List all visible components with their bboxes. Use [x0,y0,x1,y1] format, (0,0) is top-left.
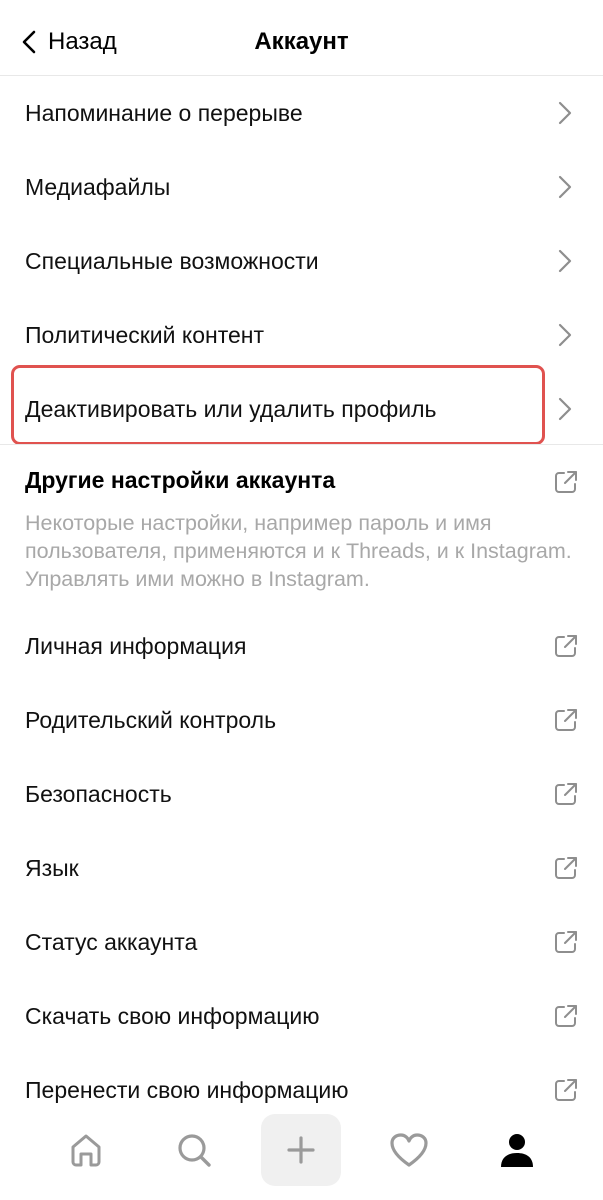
back-label: Назад [48,28,117,55]
menu-item-account-status[interactable]: Статус аккаунта [0,905,603,979]
tab-profile[interactable] [477,1114,557,1186]
external-link-icon [555,857,577,879]
menu-item-political-content[interactable]: Политический контент [0,298,603,372]
menu-item-deactivate-delete[interactable]: Деактивировать или удалить профиль [0,372,603,446]
menu-item-label: Язык [25,854,79,881]
other-settings-section: Другие настройки аккаунта Некоторые наст… [0,445,603,605]
external-link-icon [555,783,577,805]
menu-item-download-info[interactable]: Скачать свою информацию [0,979,603,1053]
chevron-right-icon [558,175,572,199]
settings-list: Напоминание о перерыве Медиафайлы Специа… [0,76,603,446]
external-link-icon[interactable] [553,469,579,495]
page-title: Аккаунт [254,28,349,55]
home-icon [71,1134,101,1167]
back-button[interactable]: Назад [22,22,117,62]
menu-item-security[interactable]: Безопасность [0,757,603,831]
menu-item-label: Личная информация [25,632,247,659]
menu-item-label: Скачать свою информацию [25,1002,320,1029]
external-link-icon [555,931,577,953]
menu-item-label: Медиафайлы [25,173,171,200]
section-description: Некоторые настройки, например пароль и и… [25,511,572,591]
menu-item-personal-info[interactable]: Личная информация [0,609,603,683]
menu-item-label: Деактивировать или удалить профиль [25,395,437,422]
header: Назад Аккаунт [0,0,603,76]
menu-item-label: Родительский контроль [25,706,277,733]
bottom-tab-bar [0,1110,603,1200]
external-link-icon [555,635,577,657]
plus-icon [287,1136,315,1164]
chevron-right-icon [558,249,572,273]
menu-item-label: Напоминание о перерыве [25,99,303,126]
menu-item-label: Перенести свою информацию [25,1076,349,1103]
menu-item-accessibility[interactable]: Специальные возможности [0,224,603,298]
chevron-left-icon [22,30,36,54]
external-link-icon [555,709,577,731]
menu-item-parental-control[interactable]: Родительский контроль [0,683,603,757]
tab-activity[interactable] [369,1114,449,1186]
heart-icon [390,1133,428,1167]
tab-home[interactable] [46,1114,126,1186]
menu-item-label: Безопасность [25,780,172,807]
chevron-right-icon [558,101,572,125]
external-settings-list: Личная информация Родительский контроль … [0,609,603,1127]
menu-item-break-reminder[interactable]: Напоминание о перерыве [0,76,603,150]
menu-item-language[interactable]: Язык [0,831,603,905]
external-link-icon [555,1079,577,1101]
tab-search[interactable] [154,1114,234,1186]
profile-icon [501,1134,533,1167]
menu-item-media[interactable]: Медиафайлы [0,150,603,224]
chevron-right-icon [558,397,572,421]
external-link-icon [555,1005,577,1027]
menu-item-label: Статус аккаунта [25,928,198,955]
chevron-right-icon [558,323,572,347]
search-icon [178,1134,211,1167]
tab-new-post[interactable] [261,1114,341,1186]
menu-item-label: Специальные возможности [25,247,319,274]
section-title: Другие настройки аккаунта [25,467,336,493]
menu-item-label: Политический контент [25,321,265,348]
